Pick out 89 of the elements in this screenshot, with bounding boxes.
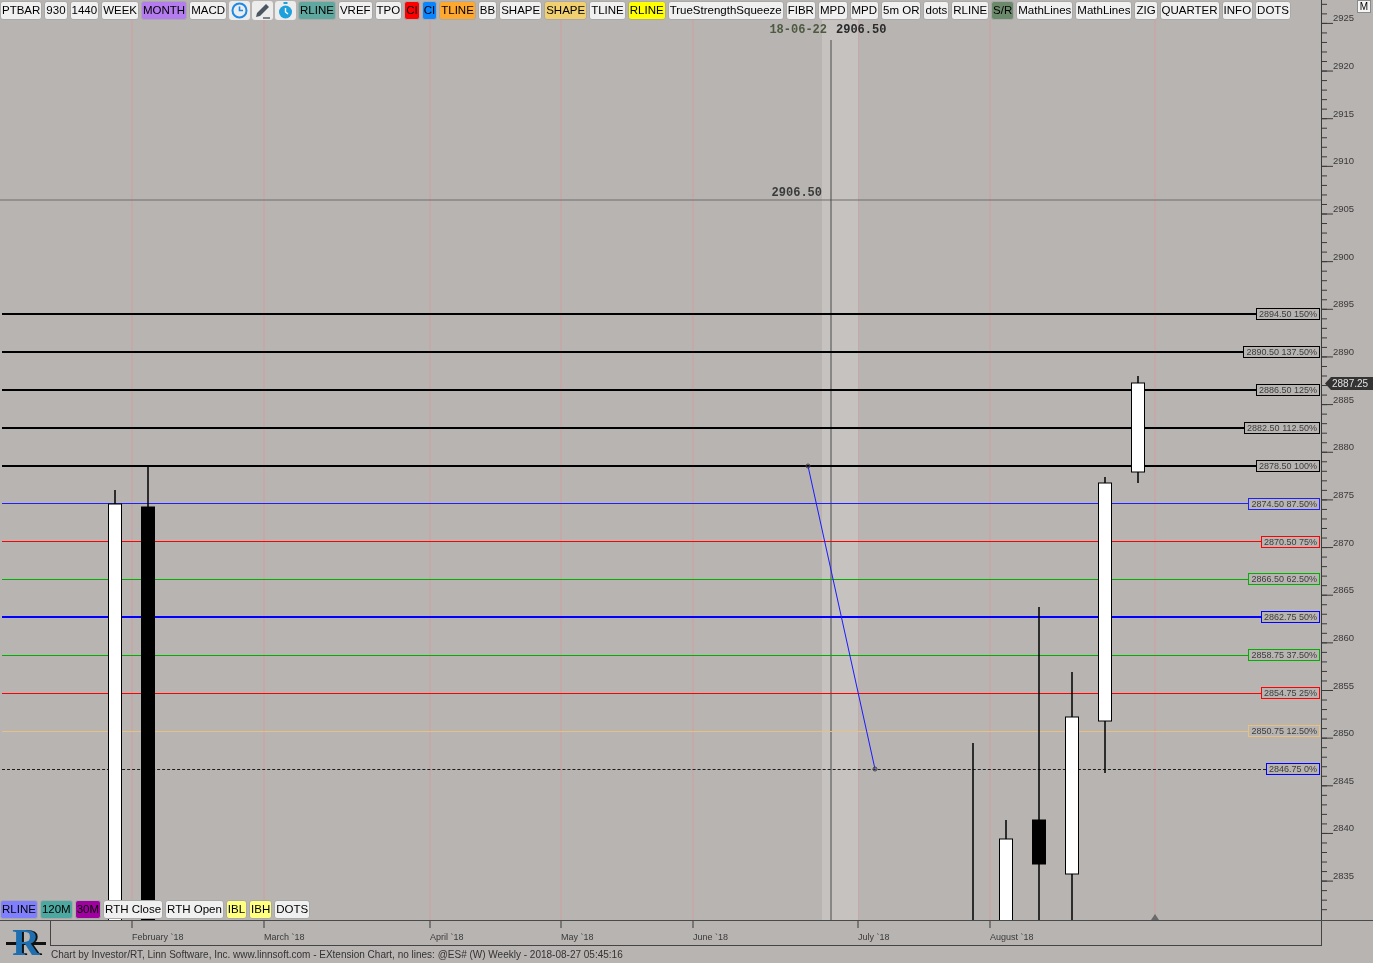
toolbar-button[interactable]: TLINE <box>589 1 626 20</box>
toolbar-button[interactable]: RLINE <box>627 1 666 20</box>
toolbar-button[interactable]: FIBR <box>785 1 816 20</box>
toolbar-button[interactable]: IBL <box>225 900 248 919</box>
toolbar-button[interactable]: 120M <box>39 900 73 919</box>
price-axis-label: 2865 <box>1333 585 1355 596</box>
price-axis-label: 2880 <box>1333 442 1355 453</box>
toolbar-button[interactable]: DOTS <box>274 900 311 919</box>
toolbar-button[interactable]: MPD <box>849 1 880 20</box>
toolbar-button[interactable]: MPD <box>817 1 848 20</box>
toolbar-button[interactable]: VREF <box>337 1 373 20</box>
price-axis-label: 2890 <box>1333 346 1355 357</box>
time-axis-label: August `18 <box>990 932 1034 942</box>
level-label: 2854.75 25% <box>1260 687 1320 700</box>
price-axis-label: 2885 <box>1333 394 1355 405</box>
level-label: 2874.50 87.50% <box>1248 497 1320 510</box>
toolbar-button[interactable]: TrueStrengthSqueeze <box>667 1 784 20</box>
toolbar-button[interactable]: ZIG <box>1134 1 1158 20</box>
level-label: 2894.50 150% <box>1255 308 1320 320</box>
current-price-tag: 2887.25 <box>1325 377 1373 390</box>
chart-caption: Chart by Investor/RT, Linn Software, Inc. www.linnsoft.com - EXtension Chart, no lines: @ES# (W) Weekly - 2018-08-27 05:45:16 <box>50 948 624 961</box>
time-axis-label: May `18 <box>561 932 594 942</box>
toolbar-button[interactable]: QUARTER <box>1159 1 1220 20</box>
level-label: 2866.50 62.50% <box>1248 573 1320 586</box>
price-axis-label: 2850 <box>1333 728 1355 739</box>
price-axis-label: 2845 <box>1333 775 1355 786</box>
toolbar-button[interactable]: RLINE <box>298 1 336 20</box>
price-axis-label: 2875 <box>1333 489 1355 500</box>
time-axis-label: July `18 <box>858 932 890 942</box>
level-label: 2878.50 100% <box>1255 459 1320 472</box>
toolbar-button[interactable]: SHAPE <box>544 1 588 20</box>
toolbar-button[interactable]: 930 <box>44 1 68 20</box>
toolbar-button[interactable]: WEEK <box>101 1 139 20</box>
toolbar-button[interactable]: RLINE <box>0 900 38 919</box>
time-axis-label: February `18 <box>132 932 184 942</box>
level-label: 2850.75 12.50% <box>1248 725 1320 738</box>
price-axis-label: 2860 <box>1333 632 1355 643</box>
toolbar-button[interactable]: PTBAR <box>0 1 43 20</box>
crosshair-date: 18-06-22 <box>769 23 827 37</box>
toolbar-button[interactable]: 5m OR <box>881 1 922 20</box>
tool-button[interactable] <box>229 1 251 20</box>
level-label: 2882.50 112.50% <box>1244 421 1320 434</box>
clock-icon <box>231 2 249 19</box>
toolbar-button[interactable]: INFO <box>1221 1 1254 20</box>
price-line-label: 2906.50 <box>771 187 822 200</box>
marker-icon <box>1151 914 1159 920</box>
toolbar-button[interactable]: MathLines <box>1075 1 1133 20</box>
toolbar-button[interactable]: RLINE <box>951 1 990 20</box>
toolbar-button[interactable]: BB <box>477 1 498 20</box>
level-label: 2846.75 0% <box>1265 763 1320 776</box>
price-axis-label: 2920 <box>1333 61 1355 72</box>
toolbar-button[interactable]: dots <box>923 1 950 20</box>
toolbar-button[interactable]: MathLines <box>1016 1 1074 20</box>
level-label: 2890.50 137.50% <box>1243 345 1320 358</box>
price-axis-label: 2915 <box>1333 108 1355 119</box>
toolbar-button[interactable]: SHAPE <box>499 1 543 20</box>
toolbar-button[interactable]: MONTH <box>141 1 188 20</box>
toolbar-button[interactable]: MACD <box>189 1 228 20</box>
stopwatch-icon <box>277 2 295 19</box>
toolbar-button[interactable]: RTH Open <box>165 900 224 919</box>
price-axis-label: 2835 <box>1333 871 1355 882</box>
price-axis-label: 2895 <box>1333 299 1355 310</box>
price-axis-label: 2900 <box>1333 251 1355 262</box>
price-axis-label: 2855 <box>1333 680 1355 691</box>
toolbar-button[interactable]: TLINE <box>439 1 476 20</box>
level-label: 2886.50 125% <box>1255 383 1320 396</box>
level-label: 2862.75 50% <box>1260 611 1320 624</box>
level-label: 2858.75 37.50% <box>1248 649 1320 662</box>
price-axis-label: 2905 <box>1333 204 1355 214</box>
time-axis-label: March `18 <box>264 932 305 942</box>
toolbar-button[interactable]: CI <box>404 1 420 20</box>
time-axis-label: April `18 <box>430 932 464 942</box>
price-axis-label: 2910 <box>1333 156 1355 167</box>
tool-button[interactable] <box>252 1 274 20</box>
time-axis-label: June `18 <box>693 932 729 942</box>
toolbar-button[interactable]: TPO <box>374 1 403 20</box>
toolbar-button[interactable]: 1440 <box>69 1 100 20</box>
toolbar-button[interactable]: DOTS <box>1255 1 1292 20</box>
pencil-icon <box>254 2 272 19</box>
price-axis-label: 2840 <box>1333 823 1355 834</box>
toolbar-button[interactable]: IBH <box>249 900 273 919</box>
price-axis-label: 2870 <box>1333 537 1355 548</box>
price-axis-label: 2925 <box>1333 13 1355 24</box>
toolbar-button[interactable]: RTH Close <box>103 900 164 919</box>
corner-button[interactable]: M <box>1357 0 1371 13</box>
toolbar-button[interactable]: S/R <box>991 1 1015 20</box>
toolbar-button[interactable]: CI <box>421 1 438 20</box>
crosshair-price: 2906.50 <box>836 23 887 37</box>
level-label: 2870.50 75% <box>1260 535 1320 548</box>
